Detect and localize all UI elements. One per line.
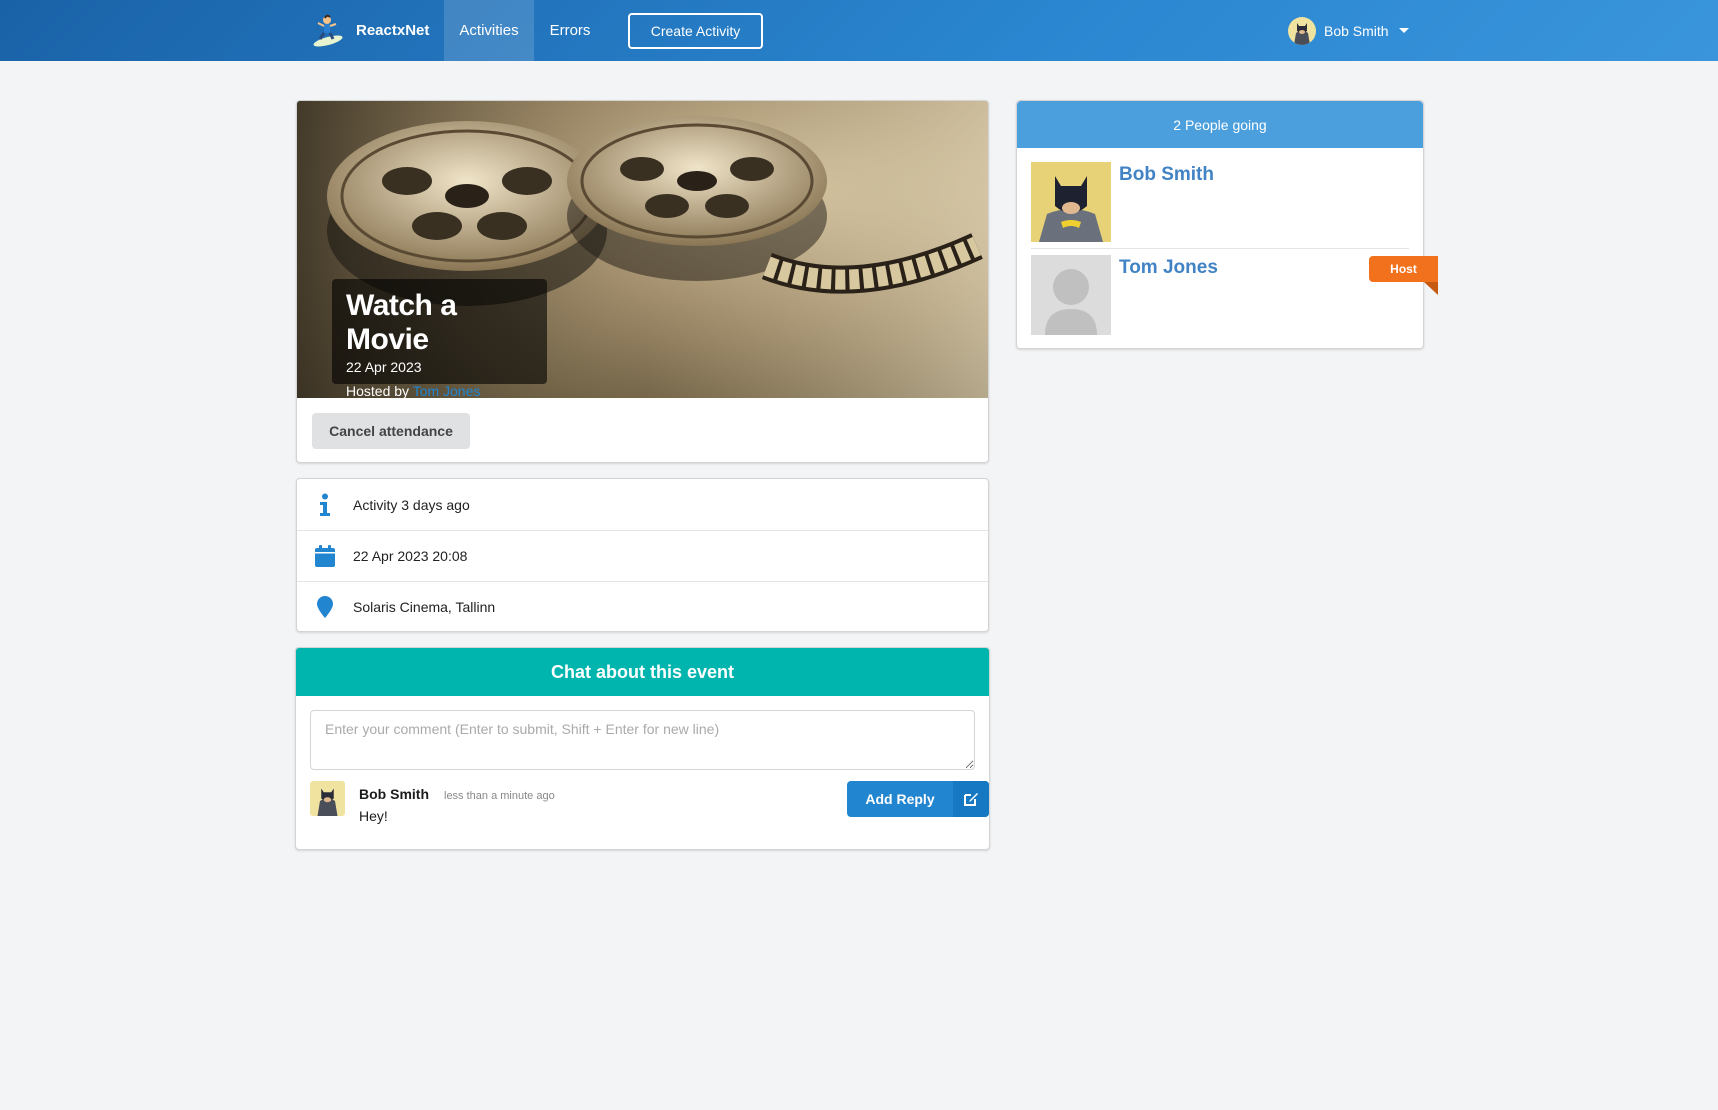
cancel-attendance-button[interactable]: Cancel attendance: [312, 413, 470, 449]
batman-avatar-icon: [1288, 16, 1316, 45]
nav-errors[interactable]: Errors: [534, 0, 606, 61]
add-reply-label: Add Reply: [865, 791, 935, 807]
attendee-photo[interactable]: [1031, 255, 1111, 335]
activity-datetime: 22 Apr 2023 20:08: [353, 548, 468, 564]
brand-name: ReactxNet: [356, 22, 430, 39]
comment-avatar[interactable]: [310, 781, 345, 816]
chat-card: Chat about this event Bob Smith less tha…: [295, 647, 990, 850]
activity-title-overlay: Watch a Movie 22 Apr 2023 Hosted by Tom …: [332, 279, 547, 398]
activity-date: 22 Apr 2023: [346, 359, 422, 375]
comment-time: less than a minute ago: [444, 790, 555, 802]
top-navbar: ReactxNet Activities Errors Create Activ…: [0, 0, 1718, 61]
user-placeholder-icon: [1031, 255, 1111, 335]
edit-icon: [953, 781, 989, 817]
surfer-logo-icon: [313, 14, 343, 46]
calendar-icon: [315, 545, 335, 567]
info-row-venue: Solaris Cinema, Tallinn: [297, 581, 988, 632]
attendees-count-header: 2 People going: [1017, 101, 1423, 148]
comment-author[interactable]: Bob Smith: [359, 786, 429, 802]
host-badge: Host: [1369, 256, 1438, 282]
comment-item: Bob Smith less than a minute ago Hey! Ad…: [310, 781, 989, 831]
batman-avatar-icon: [1031, 162, 1111, 242]
chevron-down-icon: [1398, 28, 1409, 33]
info-icon: [320, 493, 330, 516]
chat-header: Chat about this event: [296, 648, 989, 696]
comment-input[interactable]: [310, 710, 975, 770]
attendees-sidebar: 2 People going Bob Smith Tom Jones Host: [1016, 100, 1438, 349]
attendee-photo[interactable]: [1031, 162, 1111, 242]
host-link[interactable]: Tom Jones: [413, 383, 481, 398]
activity-header-card: Watch a Movie 22 Apr 2023 Hosted by Tom …: [296, 100, 989, 463]
activity-image: Watch a Movie 22 Apr 2023 Hosted by Tom …: [297, 101, 988, 398]
activity-host: Hosted by Tom Jones: [346, 383, 533, 398]
user-menu[interactable]: Bob Smith: [1288, 0, 1409, 61]
attendee-item: Bob Smith: [1031, 162, 1409, 244]
add-reply-button[interactable]: Add Reply: [847, 781, 989, 817]
user-name: Bob Smith: [1324, 22, 1389, 39]
attendee-item: Tom Jones: [1031, 255, 1409, 337]
attendee-name[interactable]: Tom Jones: [1119, 257, 1218, 279]
activity-venue: Solaris Cinema, Tallinn: [353, 599, 496, 615]
map-marker-icon: [317, 596, 333, 618]
hosted-by-label: Hosted by: [346, 383, 410, 398]
batman-avatar-icon: [310, 781, 345, 816]
info-row-date: 22 Apr 2023 20:08: [297, 530, 988, 581]
activity-info-card: Activity 3 days ago 22 Apr 2023 20:08 So…: [296, 478, 989, 632]
activity-title: Watch a Movie: [346, 289, 457, 356]
brand-link[interactable]: ReactxNet: [308, 0, 444, 61]
attendee-divider: [1031, 248, 1409, 249]
comment-body: Hey!: [359, 808, 388, 824]
info-row-description: Activity 3 days ago: [297, 479, 988, 530]
nav-activities[interactable]: Activities: [444, 0, 534, 61]
activity-description: Activity 3 days ago: [353, 496, 470, 513]
attendee-name[interactable]: Bob Smith: [1119, 164, 1214, 186]
user-avatar: [1288, 16, 1316, 45]
host-badge-fold: [1424, 282, 1438, 295]
create-activity-button[interactable]: Create Activity: [628, 13, 763, 49]
